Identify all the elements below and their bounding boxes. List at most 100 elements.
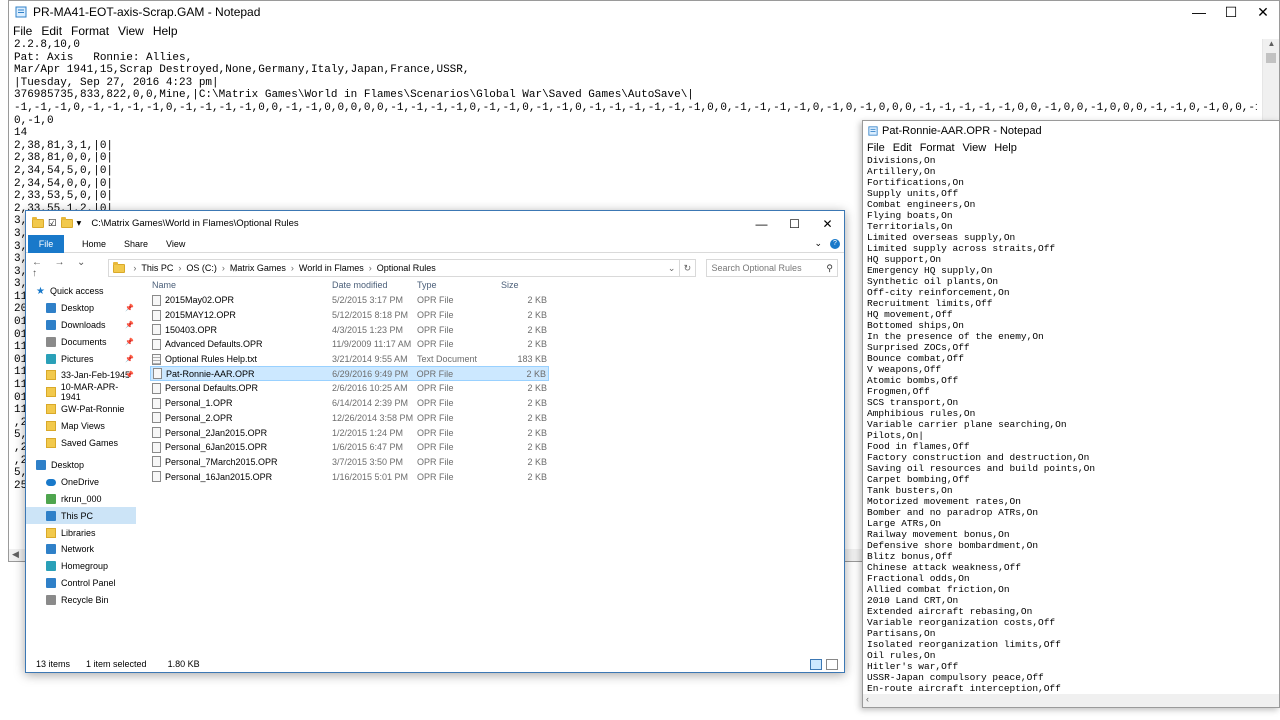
notepad-main-titlebar[interactable]: PR-MA41-EOT-axis-Scrap.GAM - Notepad — ☐…	[9, 1, 1279, 23]
file-row[interactable]: 2015MAY12.OPR 5/12/2015 8:18 PM OPR File 2 …	[150, 308, 549, 323]
nav-user[interactable]: rkrun_000	[26, 491, 136, 508]
search-input[interactable]: Search Optional Rules ⚲	[705, 259, 838, 277]
nav-desktop-root[interactable]: Desktop	[26, 457, 136, 474]
breadcrumb-world-in-flames[interactable]: World in Flames	[299, 263, 364, 273]
notepad-opr-titlebar[interactable]: Pat-Ronnie-AAR.OPR - Notepad	[863, 121, 1279, 141]
file-row[interactable]: Advanced Defaults.OPR 11/9/2009 11:17 AM O…	[150, 337, 549, 352]
menu-help[interactable]: Help	[994, 142, 1017, 154]
file-row[interactable]: Personal_16Jan2015.OPR 1/16/2015 5:01 PM O…	[150, 469, 549, 484]
address-dropdown-icon[interactable]: ⌄	[668, 263, 676, 274]
file-row[interactable]: Optional Rules Help.txt 3/21/2014 9:55 AM…	[150, 352, 549, 367]
menu-format[interactable]: Format	[920, 142, 955, 154]
details-view-icon[interactable]	[810, 658, 822, 670]
scroll-thumb[interactable]	[1266, 53, 1276, 63]
text-editor[interactable]: Divisions,On Artillery,On Fortifications…	[867, 155, 1277, 693]
nav-network[interactable]: Network	[26, 541, 136, 558]
breadcrumb-separator[interactable]: ›	[133, 263, 136, 273]
breadcrumb-optional-rules[interactable]: Optional Rules	[377, 263, 436, 273]
file-name-cell: Personal_2.OPR	[150, 412, 332, 424]
breadcrumb-separator[interactable]: ›	[369, 263, 372, 273]
pin-icon: 📌	[125, 321, 134, 329]
menu-edit[interactable]: Edit	[41, 24, 62, 38]
nav-pictures[interactable]: Pictures 📌	[26, 350, 136, 367]
nav-libraries[interactable]: Libraries	[26, 524, 136, 541]
status-selected-text: 1 item selected	[86, 659, 147, 669]
nav-control-panel[interactable]: Control Panel	[26, 575, 136, 592]
help-icon[interactable]: ?	[830, 238, 840, 249]
file-row[interactable]: 150403.OPR 4/3/2015 1:23 PM OPR File 2 KB	[150, 322, 549, 337]
tab-view[interactable]: View	[166, 239, 185, 249]
file-row[interactable]: Personal_7March2015.OPR 3/7/2015 3:50 PM O…	[150, 455, 549, 470]
menu-view[interactable]: View	[118, 24, 144, 38]
tab-share[interactable]: Share	[124, 239, 148, 249]
column-size[interactable]: Size	[501, 280, 549, 290]
refresh-icon[interactable]: ↻	[680, 259, 696, 277]
recent-dropdown-icon[interactable]: ⌄	[77, 257, 85, 268]
column-name[interactable]: Name	[150, 280, 332, 290]
scroll-left-arrow-icon[interactable]: ◀	[12, 549, 19, 559]
back-arrow-icon[interactable]: ←	[32, 257, 42, 268]
folder-icon	[46, 403, 56, 414]
file-row[interactable]: Personal_2.OPR 12/26/2014 3:58 PM OPR File…	[150, 411, 549, 426]
file-name-cell: Personal_6Jan2015.OPR	[150, 441, 332, 453]
file-row[interactable]: Pat-Ronnie-AAR.OPR 6/29/2016 9:49 PM OPR F…	[150, 366, 549, 382]
scroll-left-arrow-icon[interactable]: ‹	[866, 694, 869, 704]
menu-help[interactable]: Help	[153, 24, 178, 38]
nav-desktop-pinned[interactable]: Desktop 📌	[26, 300, 136, 317]
new-folder-icon[interactable]	[60, 216, 73, 228]
tab-home[interactable]: Home	[82, 239, 106, 249]
minimize-button[interactable]: —	[745, 212, 778, 236]
expand-ribbon-icon[interactable]: ⌄	[814, 238, 822, 249]
close-button[interactable]: ✕	[1247, 1, 1279, 23]
nav-recycle-bin[interactable]: Recycle Bin	[26, 591, 136, 608]
file-row[interactable]: 2015May02.OPR 5/2/2015 3:17 PM OPR File 2 K…	[150, 293, 549, 308]
forward-arrow-icon[interactable]: →	[55, 257, 65, 268]
menu-view[interactable]: View	[963, 142, 987, 154]
nav-this-pc[interactable]: This PC	[26, 507, 136, 525]
address-bar[interactable]: › This PC › OS (C:) › Matrix Games › Wor…	[108, 259, 681, 277]
nav-downloads[interactable]: Downloads 📌	[26, 317, 136, 334]
menu-file[interactable]: File	[13, 24, 32, 38]
menu-edit[interactable]: Edit	[893, 142, 912, 154]
file-row[interactable]: Personal_2Jan2015.OPR 1/2/2015 1:24 PM OPR…	[150, 425, 549, 440]
file-row[interactable]: Personal_6Jan2015.OPR 1/6/2015 6:47 PM OPR…	[150, 440, 549, 455]
search-icon[interactable]: ⚲	[826, 263, 833, 274]
nav-homegroup[interactable]: Homegroup	[26, 558, 136, 575]
file-size: 2 KB	[526, 368, 546, 379]
horizontal-scrollbar[interactable]: ‹	[863, 694, 1279, 707]
menu-format[interactable]: Format	[71, 24, 109, 38]
nav-folder-saved-games[interactable]: Saved Games	[26, 434, 136, 451]
file-row[interactable]: Personal_1.OPR 6/14/2014 2:39 PM OPR File 2…	[150, 396, 549, 411]
file-row[interactable]: Personal Defaults.OPR 2/6/2016 10:25 AM OP…	[150, 381, 549, 396]
breadcrumb-os-c[interactable]: OS (C:)	[186, 263, 217, 273]
close-button[interactable]: ✕	[811, 212, 844, 236]
nav-documents[interactable]: Documents 📌	[26, 333, 136, 350]
minimize-button[interactable]: —	[1183, 1, 1215, 23]
column-type[interactable]: Type	[417, 280, 501, 290]
breadcrumb-separator[interactable]: ›	[178, 263, 181, 273]
nav-folder-map-views[interactable]: Map Views	[26, 417, 136, 434]
up-arrow-icon[interactable]: ↑	[32, 268, 37, 279]
scroll-up-arrow-icon[interactable]: ▲	[1263, 39, 1280, 51]
breadcrumb-separator[interactable]: ›	[291, 263, 294, 273]
explorer-titlebar[interactable]: ☑ ▾ C:\Matrix Games\World in Flames\Opti…	[26, 211, 844, 235]
maximize-button[interactable]: ☐	[778, 212, 811, 236]
libraries-icon	[46, 527, 56, 538]
large-icons-view-icon[interactable]	[826, 658, 838, 670]
nav-quick-access[interactable]: ★ Quick access	[26, 283, 136, 300]
download-icon	[46, 319, 56, 330]
customize-dropdown-icon[interactable]: ▾	[77, 218, 82, 229]
breadcrumb-separator[interactable]: ›	[222, 263, 225, 273]
column-date[interactable]: Date modified	[332, 280, 417, 290]
file-explorer-window: ☑ ▾ C:\Matrix Games\World in Flames\Opti…	[25, 210, 845, 673]
nav-folder-gw-pat-ronnie[interactable]: GW-Pat-Ronnie	[26, 401, 136, 418]
menu-file[interactable]: File	[867, 142, 885, 154]
properties-icon[interactable]: ☑	[48, 218, 57, 229]
tab-file[interactable]: File	[28, 234, 64, 253]
breadcrumb-this-pc[interactable]: This PC	[141, 263, 173, 273]
nav-onedrive[interactable]: OneDrive	[26, 474, 136, 491]
breadcrumb-matrix-games[interactable]: Matrix Games	[230, 263, 286, 273]
nav-folder-10-mar-apr-1941[interactable]: 10-MAR-APR-1941	[26, 382, 136, 402]
nav-label: Control Panel	[61, 577, 116, 588]
maximize-button[interactable]: ☐	[1215, 1, 1247, 23]
